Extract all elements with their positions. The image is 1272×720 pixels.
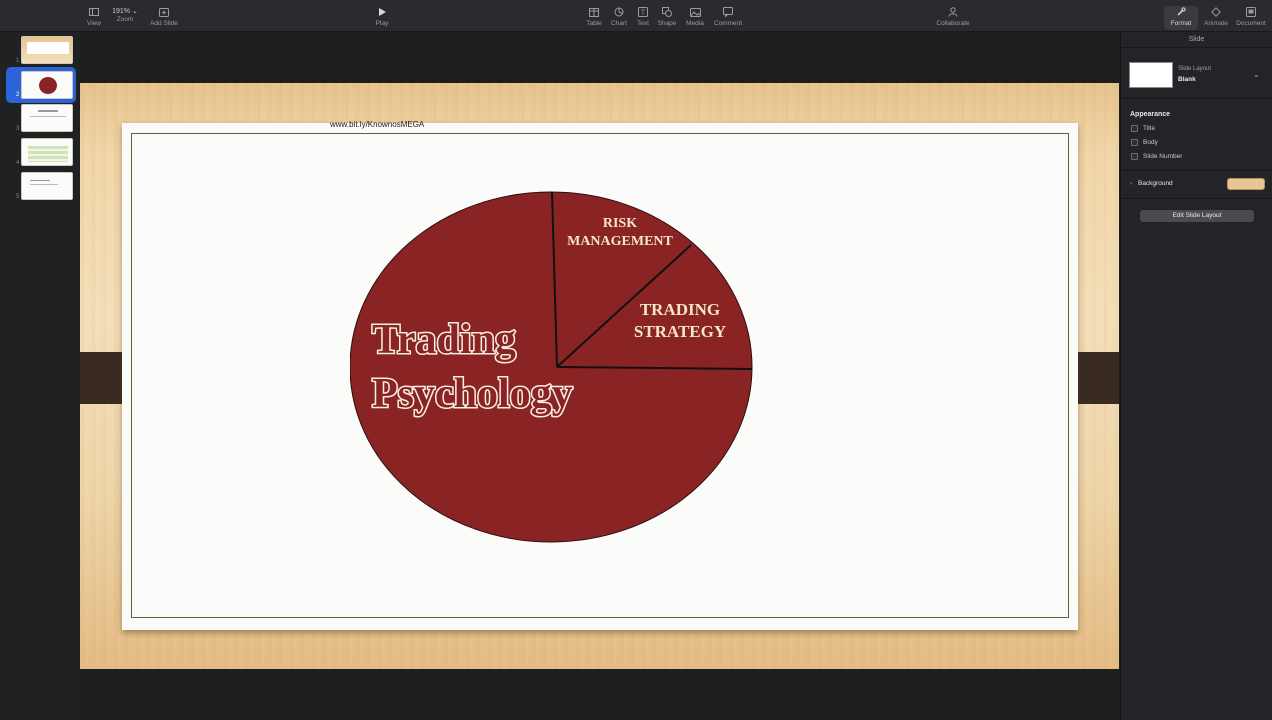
animate-button[interactable]: Animate [1200,0,1232,32]
svg-text:T: T [641,10,646,17]
shape-icon [662,6,672,18]
slide-number: 3 [16,126,20,132]
shape-button[interactable]: Shape [657,0,677,32]
appearance-heading: Appearance [1130,111,1171,118]
comment-button[interactable]: Comment [712,0,744,32]
zoom-button[interactable]: 191% ⌄ Zoom [108,0,142,32]
slice-label-management: MANAGEMENT [567,234,673,249]
title-checkbox[interactable]: Title [1131,125,1155,132]
add-slide-icon [159,6,169,18]
checkbox-icon [1131,125,1138,132]
background-row[interactable]: › Background [1130,180,1173,187]
document-button[interactable]: Document [1234,0,1268,32]
play-button[interactable]: Play [372,0,392,32]
slide-thumbnail-3[interactable]: 3 [6,104,76,136]
slice-label-risk: RISK [603,216,637,231]
collaborate-icon [948,6,958,18]
text-icon: T [638,6,648,18]
chart-icon [614,6,624,18]
paintbrush-icon [1176,6,1186,18]
slide-preview [21,138,73,166]
slide-number: 4 [16,160,20,166]
background-label: Background [1137,180,1173,187]
slide-thumbnail-2[interactable]: 2 [6,67,76,103]
play-label: Play [375,20,389,27]
play-icon [378,6,386,18]
slide-number-checkbox[interactable]: Slide Number [1131,153,1182,160]
add-slide-button[interactable]: Add Slide [148,0,180,32]
checkbox-icon [1131,153,1138,160]
slide-number: 2 [16,92,20,98]
slide-preview [21,104,73,132]
link-text[interactable]: www.bit.ly/KnownosMEGA [330,120,424,129]
slide-layout-thumbnail[interactable] [1129,62,1173,88]
slide-thumbnail-4[interactable]: 4 [6,138,76,170]
collaborate-button[interactable]: Collaborate [934,0,972,32]
animate-label: Animate [1204,20,1228,27]
text-button[interactable]: T Text [633,0,653,32]
pie-diagram[interactable]: RISK MANAGEMENT TRADING STRATEGY Trading… [350,191,754,543]
slide-thumbnail-1[interactable]: 1 [6,36,76,68]
collaborate-label: Collaborate [936,20,970,27]
media-button[interactable]: Media [684,0,706,32]
media-label: Media [686,20,704,27]
view-button[interactable]: View [84,0,104,32]
slide-preview [21,71,73,99]
chart-button[interactable]: Chart [609,0,629,32]
divider [1121,170,1272,171]
chevron-down-icon: ⌄ [131,8,138,15]
body-checkbox[interactable]: Body [1131,139,1158,146]
slice-label-strategy: STRATEGY [634,322,726,341]
toolbar: View 191% ⌄ Zoom Add Slide Play Table Ch… [0,0,1272,32]
slide-layout-value[interactable]: Blank [1178,76,1196,83]
checkbox-label: Title [1143,125,1156,132]
format-label: Format [1170,20,1192,27]
divider [1121,198,1272,199]
table-icon [589,6,599,18]
slide-number: 5 [16,194,20,200]
view-label: View [87,20,101,27]
slide-thumbnail-5[interactable]: 5 [6,172,76,204]
document-label: Document [1236,20,1266,27]
chevron-right-icon: › [1130,180,1133,187]
zoom-label: Zoom [116,16,134,23]
checkbox-label: Slide Number [1143,153,1183,160]
slide-number: 1 [16,58,20,64]
pie-ellipse [350,191,753,543]
animate-icon [1211,6,1221,18]
chart-label: Chart [611,20,627,27]
zoom-value: 191% ⌄ [112,8,138,15]
checkbox-icon [1131,139,1138,146]
format-inspector: Slide Slide Layout Blank ⌄ Appearance Ti… [1120,32,1272,720]
slide-layout-label: Slide Layout [1178,66,1212,72]
background-color-swatch[interactable] [1227,178,1265,190]
add-slide-label: Add Slide [150,20,178,27]
comment-label: Comment [713,20,743,27]
slide-preview [21,172,73,200]
chevron-down-icon[interactable]: ⌄ [1253,70,1260,79]
slide-preview [21,36,73,64]
table-button[interactable]: Table [584,0,604,32]
text-label: Text [637,20,649,27]
main-label-psychology: Psychology [372,371,573,417]
shape-label: Shape [657,20,677,27]
divider [1121,98,1272,99]
table-label: Table [586,20,602,27]
edit-slide-layout-button[interactable]: Edit Slide Layout [1140,210,1254,222]
checkbox-label: Body [1143,139,1158,146]
inspector-tab-slide[interactable]: Slide [1121,32,1272,48]
slide-navigator: 1 2 3 4 5 [0,32,80,720]
main-label-trading: Trading [372,317,516,363]
format-button[interactable]: Format [1166,0,1196,32]
media-icon [689,6,701,18]
comment-icon [723,6,733,18]
slice-label-trading: TRADING [640,300,720,319]
slide-canvas[interactable]: www.bit.ly/KnownosMEGA RISK MANAGEMENT T… [80,83,1119,669]
document-icon [1246,6,1256,18]
view-icon [89,6,99,18]
